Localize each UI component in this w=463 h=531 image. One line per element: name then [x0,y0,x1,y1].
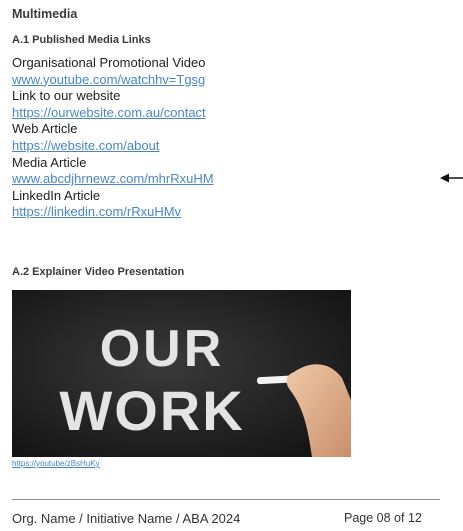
image-word-our: OUR [100,320,225,378]
section-title: Multimedia [12,7,78,21]
link-linkedin-article[interactable]: https://linkedin.com/rRxuHMv [12,204,312,221]
footer-divider [12,499,440,500]
link-web-article[interactable]: https://website.com/about [12,138,312,155]
link-website[interactable]: https://ourwebsite.com.au/contact [12,105,312,122]
published-media-heading: A.1 Published Media Links [12,34,151,46]
image-word-work: WORK [59,379,244,442]
published-media-list: Organisational Promotional Video www.you… [12,55,312,221]
media-label-media-article: Media Article [12,154,87,170]
footer-page-number: Page 08 of 12 [344,511,422,525]
media-label-linkedin-article: LinkedIn Article [12,187,101,203]
link-promo-video[interactable]: www.youtube.com/watchhv=Tgsg [12,72,312,89]
media-label-website: Link to our website [12,88,121,104]
media-label-promo-video: Organisational Promotional Video [12,55,206,70]
link-explainer-video[interactable]: https://youtube/zBsHuKy [12,459,100,468]
explainer-video-heading: A.2 Explainer Video Presentation [12,266,185,278]
left-arrow-icon [440,173,463,183]
media-label-web-article: Web Article [12,121,78,137]
footer-document-title: Org. Name / Initiative Name / ABA 2024 [12,511,241,526]
explainer-video-thumbnail[interactable]: OUR WORK [12,290,351,457]
link-media-article[interactable]: www.abcdjhrnewz.com/mhrRxuHM [12,171,312,188]
